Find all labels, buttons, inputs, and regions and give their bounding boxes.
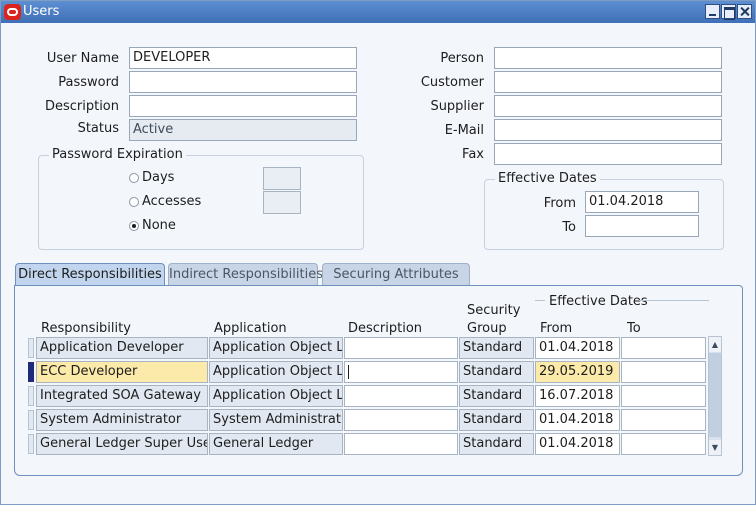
description-cell[interactable]	[344, 433, 458, 455]
fax-label: Fax	[462, 147, 484, 162]
customer-field[interactable]	[494, 71, 722, 93]
scroll-thumb[interactable]	[709, 353, 721, 437]
row-selector-3[interactable]	[28, 386, 34, 406]
security-group-cell[interactable]: Standard	[459, 337, 534, 359]
minimize-icon[interactable]	[705, 4, 720, 19]
security-group-cell[interactable]: Standard	[459, 385, 534, 407]
window-title: Users	[23, 4, 60, 19]
from-date-cell[interactable]: 16.07.2018	[535, 385, 620, 407]
row-selector-2[interactable]	[28, 362, 34, 382]
responsibility-cell[interactable]: System Administrator	[36, 409, 208, 431]
days-radio[interactable]	[129, 173, 139, 183]
application-cell[interactable]: Application Object Libr	[209, 385, 343, 407]
none-radio-label[interactable]: None	[142, 218, 176, 233]
to-date-cell[interactable]	[621, 409, 706, 431]
application-cell[interactable]: System Administration	[209, 409, 343, 431]
from-date-field[interactable]: 01.04.2018	[585, 191, 699, 213]
person-field[interactable]	[494, 47, 722, 69]
customer-label: Customer	[420, 75, 484, 90]
to-date-field[interactable]	[585, 215, 699, 237]
email-field[interactable]	[494, 119, 722, 141]
description-cell[interactable]	[344, 361, 458, 383]
effective-dates-column-header: Effective Dates	[549, 294, 648, 309]
close-icon[interactable]	[737, 4, 752, 19]
from-column-header: From	[540, 321, 573, 336]
text-cursor	[348, 364, 349, 379]
users-window: Users User Name DEVELOPER Password Descr…	[0, 0, 756, 505]
application-cell[interactable]: General Ledger	[209, 433, 343, 455]
to-date-cell[interactable]	[621, 385, 706, 407]
responsibility-cell[interactable]: Integrated SOA Gateway	[36, 385, 208, 407]
responsibility-cell[interactable]: Application Developer	[36, 337, 208, 359]
row-selector-4[interactable]	[28, 410, 34, 430]
from-date-label: From	[543, 196, 576, 211]
from-date-cell[interactable]: 29.05.2019	[535, 361, 620, 383]
accesses-radio-label[interactable]: Accesses	[142, 194, 201, 209]
user-name-label: User Name	[46, 51, 119, 66]
application-cell[interactable]: Application Object Libr	[209, 361, 343, 383]
application-column-header: Application	[214, 321, 287, 336]
to-date-cell[interactable]	[621, 361, 706, 383]
description-cell[interactable]	[344, 385, 458, 407]
to-date-cell[interactable]	[621, 337, 706, 359]
supplier-field[interactable]	[494, 95, 722, 117]
description-cell[interactable]	[344, 337, 458, 359]
description-label: Description	[44, 99, 119, 114]
scroll-up-arrow-icon[interactable]: ▲	[709, 337, 721, 352]
tab-direct-responsibilities[interactable]: Direct Responsibilities	[15, 263, 165, 287]
responsibility-column-header: Responsibility	[41, 321, 131, 336]
none-radio[interactable]	[129, 221, 139, 231]
title-bar: Users	[1, 1, 755, 23]
scroll-down-arrow-icon[interactable]: ▼	[709, 440, 721, 455]
maximize-icon[interactable]	[721, 4, 736, 20]
responsibilities-scrollbar[interactable]: ▲ ▼	[708, 336, 722, 456]
password-expiration-title: Password Expiration	[49, 147, 186, 162]
application-cell[interactable]: Application Object Libr	[209, 337, 343, 359]
days-field[interactable]	[263, 167, 301, 190]
effective-dates-header-rule-right	[639, 300, 709, 301]
fax-field[interactable]	[494, 143, 722, 165]
effective-dates-title: Effective Dates	[495, 171, 600, 186]
security-group-cell[interactable]: Standard	[459, 409, 534, 431]
description-cell[interactable]	[344, 409, 458, 431]
security-group-header-line1: Security	[467, 303, 521, 318]
user-name-field[interactable]: DEVELOPER	[129, 47, 357, 69]
oracle-logo-icon	[4, 4, 21, 20]
status-label: Status	[77, 121, 119, 136]
from-date-cell[interactable]: 01.04.2018	[535, 337, 620, 359]
to-column-header: To	[627, 321, 641, 336]
description-column-header: Description	[348, 321, 423, 336]
security-group-cell[interactable]: Standard	[459, 361, 534, 383]
tab-indirect-responsibilities[interactable]: Indirect Responsibilities	[168, 263, 323, 286]
security-group-cell[interactable]: Standard	[459, 433, 534, 455]
from-date-cell[interactable]: 01.04.2018	[535, 433, 620, 455]
password-field[interactable]	[129, 71, 357, 93]
row-selector-5[interactable]	[28, 434, 34, 454]
description-field[interactable]	[129, 95, 357, 117]
email-label: E-Mail	[444, 123, 484, 138]
password-label: Password	[58, 75, 119, 90]
accesses-field[interactable]	[263, 191, 301, 214]
to-date-cell[interactable]	[621, 433, 706, 455]
person-label: Person	[440, 51, 484, 66]
effective-dates-header-rule-left	[535, 300, 545, 301]
tab-securing-attributes[interactable]: Securing Attributes	[322, 263, 470, 286]
supplier-label: Supplier	[430, 99, 484, 114]
responsibility-cell[interactable]: ECC Developer	[36, 361, 208, 383]
to-date-label: To	[562, 220, 576, 235]
status-field: Active	[129, 119, 357, 141]
row-selector-1[interactable]	[28, 338, 34, 358]
from-date-cell[interactable]: 01.04.2018	[535, 409, 620, 431]
days-radio-label[interactable]: Days	[142, 170, 174, 185]
accesses-radio[interactable]	[129, 197, 139, 207]
security-group-header-line2: Group	[467, 321, 507, 336]
responsibility-cell[interactable]: General Ledger Super User	[36, 433, 208, 455]
